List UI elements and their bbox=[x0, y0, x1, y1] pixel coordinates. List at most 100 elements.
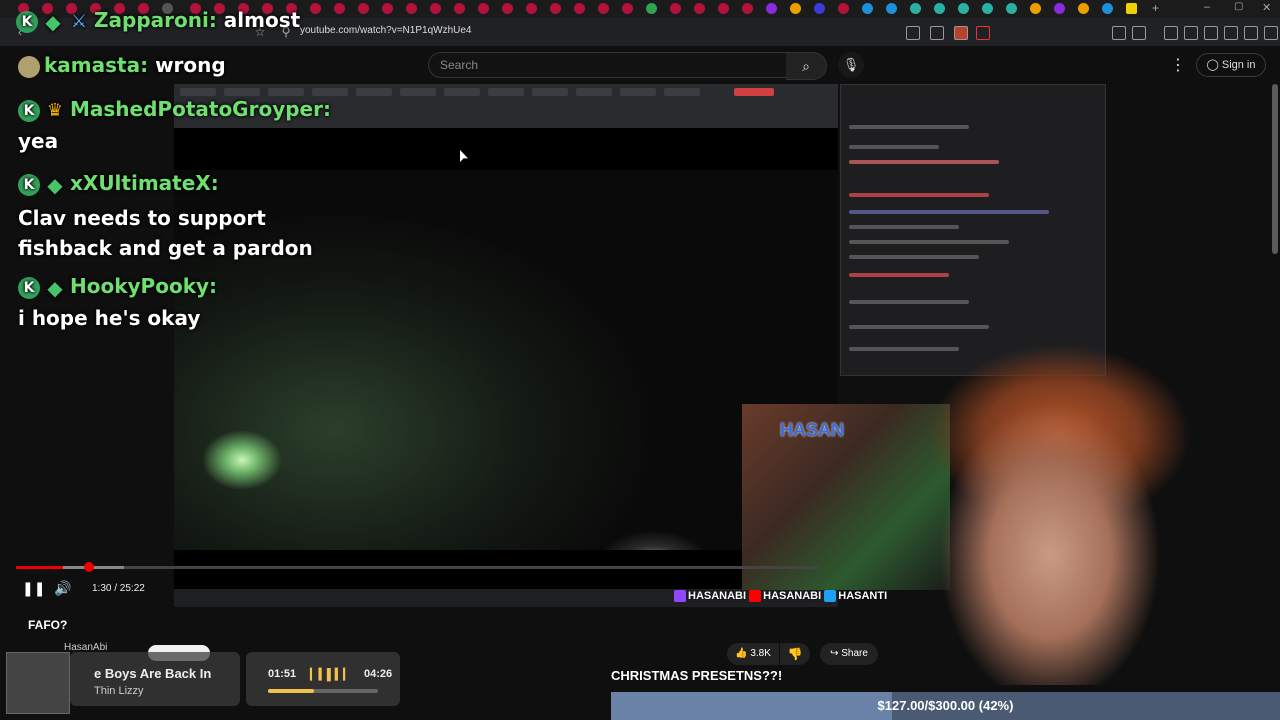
tab[interactable] bbox=[886, 3, 897, 14]
shield-icon[interactable] bbox=[1244, 26, 1258, 40]
chat-message: K ◆ HookyPooky: bbox=[18, 274, 217, 299]
settings-menu-icon[interactable]: ⋮ bbox=[1170, 55, 1186, 75]
song-elapsed: 01:51 bbox=[268, 668, 297, 680]
chat-message-text: i hope he's okay bbox=[18, 306, 201, 330]
tab[interactable] bbox=[1078, 3, 1089, 14]
chat-message: K ♛ MashedPotatoGroyper: bbox=[18, 97, 331, 122]
media-control-icon[interactable] bbox=[1164, 26, 1178, 40]
tab[interactable] bbox=[526, 3, 537, 14]
sword-badge-icon: ⚔ bbox=[70, 10, 88, 32]
share-button[interactable]: ↪ Share bbox=[820, 643, 878, 665]
tab[interactable] bbox=[910, 3, 921, 14]
search-placeholder: Search bbox=[440, 58, 479, 72]
album-art bbox=[6, 652, 70, 714]
tab[interactable] bbox=[430, 3, 441, 14]
thumbs-down-icon: 👎 bbox=[787, 647, 803, 661]
tab-search-icon[interactable] bbox=[1132, 26, 1146, 40]
chat-message: K ◆ xXUltimateX: bbox=[18, 171, 219, 196]
extensions-icon[interactable] bbox=[1112, 26, 1126, 40]
tab[interactable] bbox=[718, 3, 729, 14]
thumbs-up-icon: 👍 bbox=[735, 648, 751, 659]
crown-badge-icon: ♛ bbox=[46, 99, 64, 121]
tab[interactable] bbox=[454, 3, 465, 14]
url-field[interactable]: youtube.com/watch?v=N1P1qWzhUe4 bbox=[300, 25, 471, 36]
tab[interactable] bbox=[598, 3, 609, 14]
video-player[interactable] bbox=[174, 84, 838, 607]
diamond-badge-icon: ◆ bbox=[47, 172, 63, 197]
tab-active[interactable] bbox=[1126, 3, 1137, 14]
page-scrollbar[interactable] bbox=[1272, 84, 1278, 254]
search-button[interactable]: ⌕ bbox=[786, 52, 827, 80]
download-icon[interactable] bbox=[1224, 26, 1238, 40]
video-progress-bar[interactable] bbox=[16, 566, 820, 569]
chat-message-text: Clav needs to support fishback and get a… bbox=[18, 206, 313, 260]
tab[interactable] bbox=[1030, 3, 1041, 14]
tab[interactable] bbox=[622, 3, 633, 14]
new-tab-icon[interactable]: + bbox=[1152, 1, 1159, 15]
tab[interactable] bbox=[1006, 3, 1017, 14]
screen-cast-icon[interactable] bbox=[906, 26, 920, 40]
tab[interactable] bbox=[478, 3, 489, 14]
minimize-icon[interactable]: – bbox=[1204, 1, 1210, 13]
twitch-icon bbox=[674, 590, 686, 603]
progress-fill bbox=[16, 566, 64, 569]
tab[interactable] bbox=[1054, 3, 1065, 14]
search-input[interactable] bbox=[428, 52, 788, 78]
tab[interactable] bbox=[550, 3, 561, 14]
song-duration: 04:26 bbox=[364, 668, 393, 680]
extension-icon[interactable] bbox=[976, 26, 990, 40]
close-window-icon[interactable]: ✕ bbox=[1262, 1, 1271, 14]
video-title: FAFO? bbox=[28, 618, 68, 632]
tab[interactable] bbox=[334, 3, 345, 14]
dislike-button[interactable]: 👎 bbox=[780, 643, 810, 665]
tab[interactable] bbox=[670, 3, 681, 14]
pause-icon[interactable]: ❚❚ bbox=[22, 580, 45, 597]
tab[interactable] bbox=[694, 3, 705, 14]
song-title: e Boys Are Back In bbox=[94, 666, 212, 681]
account-icon: ◯ bbox=[1206, 59, 1222, 71]
voice-search-button[interactable]: 🎙 bbox=[838, 52, 864, 78]
sub-badge-icon: K bbox=[18, 276, 40, 299]
chat-message-text: yea bbox=[18, 129, 59, 153]
tab[interactable] bbox=[814, 3, 825, 14]
song-artist: Thin Lizzy bbox=[94, 685, 144, 697]
tab[interactable] bbox=[382, 3, 393, 14]
like-button[interactable]: 👍 3.8K bbox=[727, 643, 779, 665]
tab[interactable] bbox=[958, 3, 969, 14]
tab[interactable] bbox=[1102, 3, 1113, 14]
equalizer-icon: ▎▍▌▍▎ bbox=[310, 669, 352, 681]
goal-title: CHRISTMAS PRESETNS??! bbox=[611, 668, 783, 683]
tab[interactable] bbox=[574, 3, 585, 14]
mouse-cursor-icon bbox=[460, 150, 468, 162]
tab[interactable] bbox=[358, 3, 369, 14]
tab[interactable] bbox=[934, 3, 945, 14]
tab[interactable] bbox=[310, 3, 321, 14]
goal-amount: $127.00/$300.00 (42%) bbox=[877, 698, 1014, 713]
song-progress-bar bbox=[268, 689, 378, 693]
tab[interactable] bbox=[862, 3, 873, 14]
chat-message: kamasta: wrong bbox=[18, 53, 226, 78]
wallet-icon[interactable] bbox=[1204, 26, 1218, 40]
scrubber-handle[interactable] bbox=[84, 562, 94, 572]
tab[interactable] bbox=[742, 3, 753, 14]
volume-icon[interactable]: 🔊 bbox=[54, 580, 71, 597]
socials-banner: HASANABI HASANABI HASANTI bbox=[674, 590, 887, 603]
twitter-icon bbox=[824, 590, 837, 603]
cam-logo: HASAN bbox=[780, 420, 845, 440]
share-page-icon[interactable] bbox=[930, 26, 944, 40]
tab[interactable] bbox=[502, 3, 513, 14]
microphone-icon: 🎙 bbox=[842, 57, 860, 72]
tab[interactable] bbox=[838, 3, 849, 14]
tab[interactable] bbox=[646, 3, 657, 14]
tab[interactable] bbox=[982, 3, 993, 14]
sidebar-icon[interactable] bbox=[1184, 26, 1198, 40]
tab[interactable] bbox=[766, 3, 777, 14]
maximize-icon[interactable]: ▢ bbox=[1234, 1, 1243, 12]
brave-shield-icon[interactable] bbox=[954, 26, 968, 40]
sign-in-button[interactable]: ◯ Sign in bbox=[1196, 53, 1266, 77]
menu-icon[interactable] bbox=[1264, 26, 1278, 40]
sub-badge-icon: K bbox=[18, 99, 40, 122]
sub-badge-icon: K bbox=[16, 10, 38, 33]
tab[interactable] bbox=[406, 3, 417, 14]
tab[interactable] bbox=[790, 3, 801, 14]
